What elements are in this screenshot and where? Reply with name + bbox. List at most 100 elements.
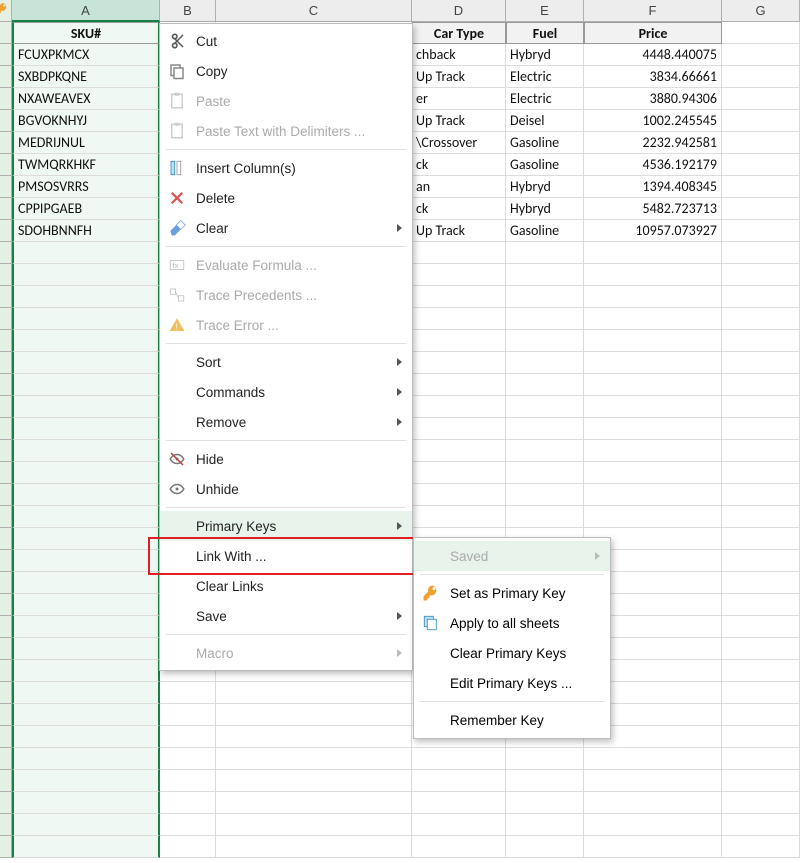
cell[interactable]: [722, 660, 800, 682]
cell[interactable]: [722, 440, 800, 462]
col-header-b[interactable]: B: [160, 0, 216, 22]
cell[interactable]: Deisel: [506, 110, 584, 132]
cell[interactable]: [506, 506, 584, 528]
cell[interactable]: Electric: [506, 66, 584, 88]
submenu-remember-key[interactable]: Remember Key: [414, 705, 610, 735]
cell[interactable]: [722, 682, 800, 704]
menu-delete[interactable]: Delete: [160, 183, 412, 213]
cell[interactable]: [216, 770, 412, 792]
cell[interactable]: [412, 814, 506, 836]
cell[interactable]: [12, 308, 160, 330]
cell[interactable]: 3834.66661: [584, 66, 722, 88]
row-header[interactable]: [0, 792, 12, 814]
cell[interactable]: [506, 264, 584, 286]
col-header-g[interactable]: G: [722, 0, 800, 22]
cell[interactable]: 4448.440075: [584, 44, 722, 66]
cell[interactable]: [160, 682, 216, 704]
cell[interactable]: [12, 374, 160, 396]
row-header[interactable]: [0, 814, 12, 836]
cell[interactable]: [412, 418, 506, 440]
cell[interactable]: [722, 330, 800, 352]
menu-clear-links[interactable]: Clear Links: [160, 571, 412, 601]
cell[interactable]: [12, 660, 160, 682]
cell[interactable]: [412, 374, 506, 396]
cell[interactable]: Hybryd: [506, 198, 584, 220]
row-header[interactable]: [0, 44, 12, 66]
cell[interactable]: [12, 594, 160, 616]
cell[interactable]: SDOHBNNFH: [12, 220, 160, 242]
cell[interactable]: Price: [584, 22, 722, 44]
col-header-f[interactable]: F: [584, 0, 722, 22]
cell[interactable]: [584, 308, 722, 330]
menu-unhide[interactable]: Unhide: [160, 474, 412, 504]
row-header[interactable]: [0, 66, 12, 88]
cell[interactable]: NXAWEAVEX: [12, 88, 160, 110]
cell[interactable]: [12, 770, 160, 792]
cell[interactable]: an: [412, 176, 506, 198]
cell[interactable]: [506, 748, 584, 770]
cell[interactable]: Up Track: [412, 66, 506, 88]
col-header-a[interactable]: A: [12, 0, 160, 22]
cell[interactable]: 4536.192179: [584, 154, 722, 176]
cell[interactable]: [12, 814, 160, 836]
row-header[interactable]: [0, 88, 12, 110]
cell[interactable]: [12, 792, 160, 814]
cell[interactable]: [412, 242, 506, 264]
cell[interactable]: [12, 638, 160, 660]
menu-hide[interactable]: Hide: [160, 444, 412, 474]
cell[interactable]: [160, 792, 216, 814]
cell[interactable]: [722, 88, 800, 110]
cell[interactable]: [722, 814, 800, 836]
cell[interactable]: [12, 264, 160, 286]
cell[interactable]: [216, 748, 412, 770]
cell[interactable]: [12, 748, 160, 770]
col-header-c[interactable]: C: [216, 0, 412, 22]
cell[interactable]: [506, 396, 584, 418]
cell[interactable]: [506, 462, 584, 484]
menu-save[interactable]: Save: [160, 601, 412, 631]
cell[interactable]: [412, 440, 506, 462]
cell[interactable]: [216, 726, 412, 748]
row-header[interactable]: [0, 220, 12, 242]
cell[interactable]: [216, 682, 412, 704]
cell[interactable]: [722, 726, 800, 748]
row-header[interactable]: [0, 726, 12, 748]
cell[interactable]: [722, 836, 800, 858]
cell[interactable]: \Crossover: [412, 132, 506, 154]
cell[interactable]: [12, 506, 160, 528]
cell[interactable]: [12, 440, 160, 462]
cell[interactable]: Car Type: [412, 22, 506, 44]
menu-link-with[interactable]: Link With ...: [160, 541, 412, 571]
cell[interactable]: [506, 286, 584, 308]
cell[interactable]: [12, 462, 160, 484]
cell[interactable]: [584, 396, 722, 418]
cell[interactable]: [722, 792, 800, 814]
cell[interactable]: [12, 836, 160, 858]
cell[interactable]: [412, 770, 506, 792]
row-header[interactable]: [0, 242, 12, 264]
cell[interactable]: PMSOSVRRS: [12, 176, 160, 198]
cell[interactable]: [12, 726, 160, 748]
cell[interactable]: [12, 418, 160, 440]
cell[interactable]: [506, 836, 584, 858]
row-header[interactable]: [0, 22, 12, 44]
cell[interactable]: [584, 264, 722, 286]
cell[interactable]: [412, 792, 506, 814]
cell[interactable]: [412, 748, 506, 770]
cell[interactable]: [412, 308, 506, 330]
cell[interactable]: [506, 814, 584, 836]
cell[interactable]: [12, 550, 160, 572]
cell[interactable]: [722, 220, 800, 242]
cell[interactable]: [216, 704, 412, 726]
cell[interactable]: Electric: [506, 88, 584, 110]
cell[interactable]: [722, 770, 800, 792]
row-header[interactable]: [0, 198, 12, 220]
cell[interactable]: [722, 132, 800, 154]
menu-commands[interactable]: Commands: [160, 377, 412, 407]
row-header[interactable]: [0, 638, 12, 660]
cell[interactable]: Fuel: [506, 22, 584, 44]
cell[interactable]: [506, 418, 584, 440]
row-header[interactable]: [0, 308, 12, 330]
cell[interactable]: [722, 154, 800, 176]
cell[interactable]: TWMQRKHKF: [12, 154, 160, 176]
